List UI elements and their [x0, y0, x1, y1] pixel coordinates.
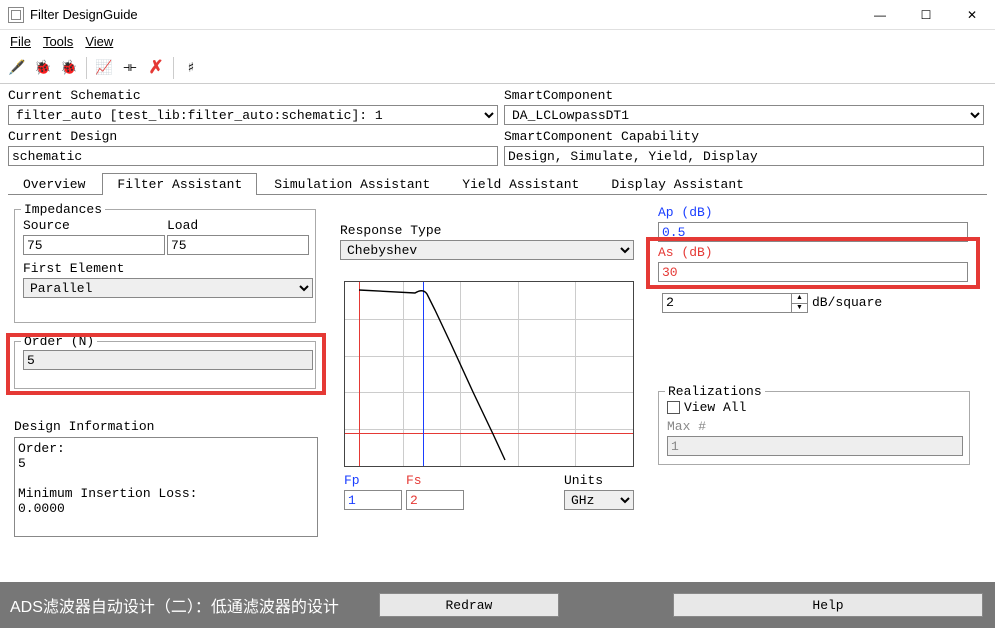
close-button[interactable]: ✕: [949, 0, 995, 30]
redraw-button[interactable]: Redraw: [379, 593, 559, 617]
response-type-label: Response Type: [340, 223, 634, 238]
max-label: Max #: [667, 419, 961, 434]
chart-icon[interactable]: 📈: [93, 57, 115, 79]
window-titlebar: Filter DesignGuide — ☐ ✕: [0, 0, 995, 30]
fs-label: Fs: [406, 473, 466, 488]
impedances-legend: Impedances: [21, 202, 105, 217]
tab-display-assistant[interactable]: Display Assistant: [596, 173, 759, 195]
current-design-label: Current Design: [8, 129, 498, 144]
impedances-group: Impedances Source Load First Element Par…: [14, 209, 316, 323]
source-field[interactable]: [23, 235, 165, 255]
order-field[interactable]: [23, 350, 313, 370]
tab-yield-assistant[interactable]: Yield Assistant: [447, 173, 594, 195]
order-group: Order (N): [14, 341, 316, 389]
toolbar: 🖋️ 🐞 🐞 📈 ⊣⊢ ✗ ♯: [0, 52, 995, 84]
smartcomponent-label: SmartComponent: [504, 88, 984, 103]
plot-curve: [345, 282, 634, 467]
help-button[interactable]: Help: [673, 593, 983, 617]
menu-file[interactable]: File: [4, 32, 37, 51]
tab-simulation-assistant[interactable]: Simulation Assistant: [259, 173, 445, 195]
units-select[interactable]: GHz: [564, 490, 634, 510]
ap-field[interactable]: [658, 222, 968, 242]
response-plot: [344, 281, 634, 467]
units-label: Units: [564, 473, 634, 488]
dbsq-spinbox[interactable]: ▲▼: [662, 293, 808, 313]
ap-label: Ap (dB): [658, 205, 968, 220]
as-field[interactable]: [658, 262, 968, 282]
toolbar-separator-2: [173, 57, 174, 79]
current-design-field[interactable]: [8, 146, 498, 166]
view-all-label: View All: [684, 400, 746, 415]
realizations-group: Realizations View All Max #: [658, 391, 970, 465]
bottom-bar: ADS滤波器自动设计（二）：低通滤波器的设计 Redraw Help: [0, 582, 995, 628]
menu-tools[interactable]: Tools: [37, 32, 79, 51]
x-icon[interactable]: ✗: [145, 57, 167, 79]
spin-down-icon[interactable]: ▼: [792, 304, 807, 313]
current-schematic-select[interactable]: filter_auto [test_lib:filter_auto:schema…: [8, 105, 498, 125]
menu-view[interactable]: View: [79, 32, 119, 51]
load-label: Load: [167, 218, 309, 233]
spin-up-icon[interactable]: ▲: [792, 294, 807, 304]
window-title: Filter DesignGuide: [30, 7, 857, 22]
sc-capability-field[interactable]: [504, 146, 984, 166]
menubar: File Tools View: [0, 30, 995, 52]
dbsq-field[interactable]: [662, 293, 792, 313]
tab-overview[interactable]: Overview: [8, 173, 100, 195]
maximize-button[interactable]: ☐: [903, 0, 949, 30]
grid-icon[interactable]: ♯: [180, 57, 202, 79]
smartcomponent-select[interactable]: DA_LCLowpassDT1: [504, 105, 984, 125]
tab-bar: Overview Filter Assistant Simulation Ass…: [8, 172, 987, 195]
response-type-select[interactable]: Chebyshev: [340, 240, 634, 260]
fp-field[interactable]: [344, 490, 402, 510]
as-label: As (dB): [658, 245, 968, 260]
toolbar-separator: [86, 57, 87, 79]
dbsq-label: dB/square: [812, 295, 882, 310]
realizations-legend: Realizations: [665, 384, 765, 399]
footer-text: ADS滤波器自动设计（二）：低通滤波器的设计: [0, 593, 339, 617]
sc-capability-label: SmartComponent Capability: [504, 129, 984, 144]
design-info-text[interactable]: Order: 5 Minimum Insertion Loss: 0.0000: [14, 437, 318, 537]
tab-filter-assistant[interactable]: Filter Assistant: [102, 173, 257, 195]
tool-icon-2[interactable]: 🐞: [32, 57, 54, 79]
order-legend: Order (N): [21, 334, 97, 349]
load-field[interactable]: [167, 235, 309, 255]
app-icon: [8, 7, 24, 23]
current-schematic-label: Current Schematic: [8, 88, 498, 103]
view-all-checkbox[interactable]: [667, 401, 680, 414]
first-element-label: First Element: [23, 261, 307, 276]
minimize-button[interactable]: —: [857, 0, 903, 30]
tool-icon-1[interactable]: 🖋️: [6, 57, 28, 79]
design-info-label: Design Information: [14, 419, 154, 434]
fp-label: Fp: [344, 473, 404, 488]
source-label: Source: [23, 218, 165, 233]
component-icon[interactable]: ⊣⊢: [119, 57, 141, 79]
max-field: [667, 436, 963, 456]
fs-field[interactable]: [406, 490, 464, 510]
tool-icon-3[interactable]: 🐞: [58, 57, 80, 79]
first-element-select[interactable]: Parallel: [23, 278, 313, 298]
